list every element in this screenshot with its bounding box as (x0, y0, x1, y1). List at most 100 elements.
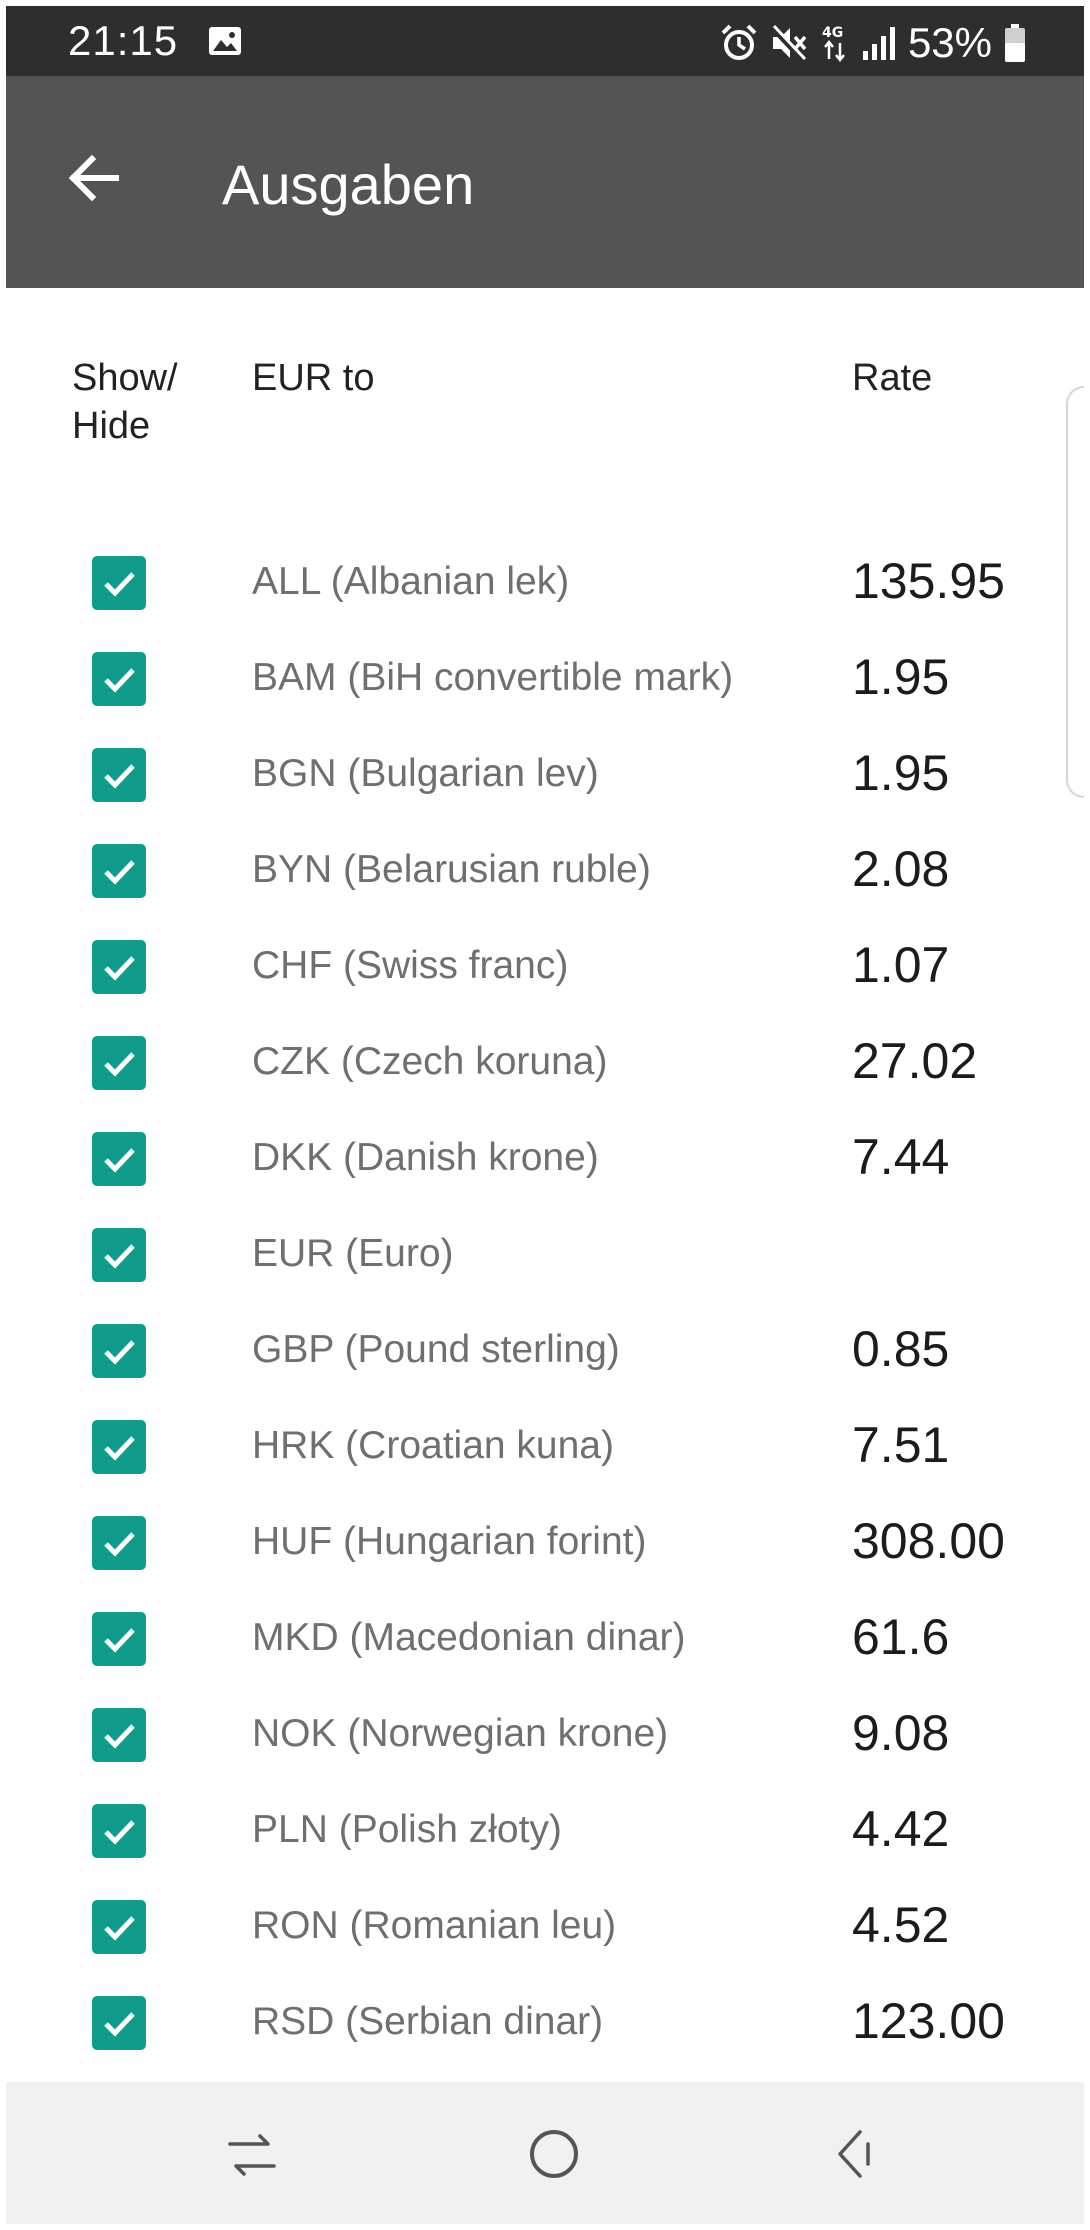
show-checkbox[interactable] (92, 1228, 146, 1282)
currency-label: CHF (Swiss franc) (252, 944, 569, 987)
header-currency: EUR to (252, 357, 375, 399)
rate-value: 123.00 (852, 1993, 1005, 2049)
table-row: HUF (Hungarian forint) 308.00 (12, 1490, 1084, 1586)
currency-table: Show/ Hide EUR to Rate ALL (Albanian lek… (0, 288, 1090, 2082)
mute-icon (769, 24, 807, 63)
svg-text:4G: 4G (822, 25, 843, 41)
table-row: GBP (Pound sterling) 0.85 (12, 1298, 1084, 1394)
app-bar: Ausgaben (0, 76, 1090, 288)
checkmark-icon (104, 1820, 135, 1845)
show-checkbox[interactable] (92, 1804, 146, 1858)
back-icon[interactable] (832, 2126, 880, 2182)
show-checkbox[interactable] (92, 1516, 146, 1570)
header-show-hide: Show/ Hide (72, 354, 212, 450)
checkmark-icon (104, 1916, 135, 1941)
rate-value: 1.95 (852, 745, 950, 801)
currency-label: BYN (Belarusian ruble) (252, 848, 651, 891)
status-icons: 4G 53% (720, 17, 1026, 69)
table-row: RSD (Serbian dinar) 123.00 (12, 1970, 1084, 2066)
checkmark-icon (104, 1724, 135, 1749)
checkmark-icon (104, 860, 135, 885)
table-row: BYN (Belarusian ruble) 2.08 (12, 818, 1084, 914)
rate-value: 135.95 (852, 553, 1005, 609)
battery-percent: 53% (907, 19, 992, 66)
show-checkbox[interactable] (92, 1996, 146, 2050)
rate-value: 27.02 (852, 1033, 978, 1089)
recents-icon[interactable] (224, 2128, 280, 2184)
currency-label: ALL (Albanian lek) (252, 560, 570, 603)
checkmark-icon (104, 572, 135, 597)
table-row: CZK (Czech koruna) 27.02 (12, 1010, 1084, 1106)
alarm-icon (721, 24, 757, 60)
currency-label: EUR (Euro) (252, 1232, 454, 1275)
header-show-hide-line2: Hide (72, 405, 151, 447)
table-row: RON (Romanian leu) 4.52 (12, 1874, 1084, 1970)
show-checkbox[interactable] (92, 940, 146, 994)
checkmark-icon (104, 1052, 135, 1077)
header-rate: Rate (852, 357, 933, 399)
show-checkbox[interactable] (92, 1900, 146, 1954)
table-row: PLN (Polish złoty) 4.42 (12, 1778, 1084, 1874)
show-checkbox[interactable] (92, 1420, 146, 1474)
checkmark-icon (104, 668, 135, 693)
show-checkbox[interactable] (92, 652, 146, 706)
show-checkbox[interactable] (92, 1612, 146, 1666)
rate-value: 61.6 (852, 1609, 950, 1665)
checkmark-icon (104, 1340, 135, 1365)
currency-label: BGN (Bulgarian lev) (252, 752, 599, 795)
4g-icon: 4G (822, 25, 845, 63)
header-show-hide-line1: Show/ (72, 357, 178, 399)
show-checkbox[interactable] (92, 556, 146, 610)
currency-label: RSD (Serbian dinar) (252, 2000, 604, 2043)
checkmark-icon (104, 1628, 135, 1653)
currency-label: HUF (Hungarian forint) (252, 1520, 647, 1563)
rate-value: 4.42 (852, 1801, 950, 1857)
checkmark-icon (104, 764, 135, 789)
show-checkbox[interactable] (92, 1036, 146, 1090)
table-row: NOK (Norwegian krone) 9.08 (12, 1682, 1084, 1778)
checkmark-icon (104, 1532, 135, 1557)
rate-value: 7.51 (852, 1417, 950, 1473)
signal-icon (862, 27, 895, 60)
currency-label: HRK (Croatian kuna) (252, 1424, 614, 1467)
table-row: MKD (Macedonian dinar) 61.6 (12, 1586, 1084, 1682)
rate-value: 1.07 (852, 937, 950, 993)
checkmark-icon (104, 2012, 135, 2037)
currency-label: GBP (Pound sterling) (252, 1328, 620, 1371)
table-row: CHF (Swiss franc) 1.07 (12, 914, 1084, 1010)
rate-value: 2.08 (852, 841, 950, 897)
currency-label: CZK (Czech koruna) (252, 1040, 608, 1083)
currency-label: MKD (Macedonian dinar) (252, 1616, 686, 1659)
table-row: EUR (Euro) (12, 1202, 1084, 1298)
show-checkbox[interactable] (92, 844, 146, 898)
rate-value: 308.00 (852, 1513, 1005, 1569)
status-time: 21:15 (68, 17, 179, 64)
show-checkbox[interactable] (92, 1708, 146, 1762)
table-row: BGN (Bulgarian lev) 1.95 (12, 722, 1084, 818)
home-icon[interactable] (526, 2126, 582, 2182)
rate-value: 9.08 (852, 1705, 950, 1761)
rate-value: 1.95 (852, 649, 950, 705)
rate-value: 0.85 (852, 1321, 950, 1377)
rate-value: 4.52 (852, 1897, 950, 1953)
show-checkbox[interactable] (92, 1132, 146, 1186)
currency-label: BAM (BiH convertible mark) (252, 656, 734, 699)
currency-label: RON (Romanian leu) (252, 1904, 617, 1947)
table-row: DKK (Danish krone) 7.44 (12, 1106, 1084, 1202)
show-checkbox[interactable] (92, 1324, 146, 1378)
system-nav-bar (0, 2082, 1090, 2230)
checkmark-icon (104, 956, 135, 981)
currency-label: DKK (Danish krone) (252, 1136, 599, 1179)
checkmark-icon (104, 1148, 135, 1173)
currency-label: NOK (Norwegian krone) (252, 1712, 669, 1755)
arrow-left-icon[interactable] (62, 146, 126, 210)
rate-value: 7.44 (852, 1129, 950, 1185)
currency-label: PLN (Polish złoty) (252, 1808, 562, 1851)
show-checkbox[interactable] (92, 748, 146, 802)
status-bar: 21:15 4G 53% (0, 0, 1090, 76)
checkmark-icon (104, 1436, 135, 1461)
gallery-icon (209, 27, 241, 55)
table-row: HRK (Croatian kuna) 7.51 (12, 1394, 1084, 1490)
table-row: BAM (BiH convertible mark) 1.95 (12, 626, 1084, 722)
battery-icon (1005, 24, 1025, 62)
